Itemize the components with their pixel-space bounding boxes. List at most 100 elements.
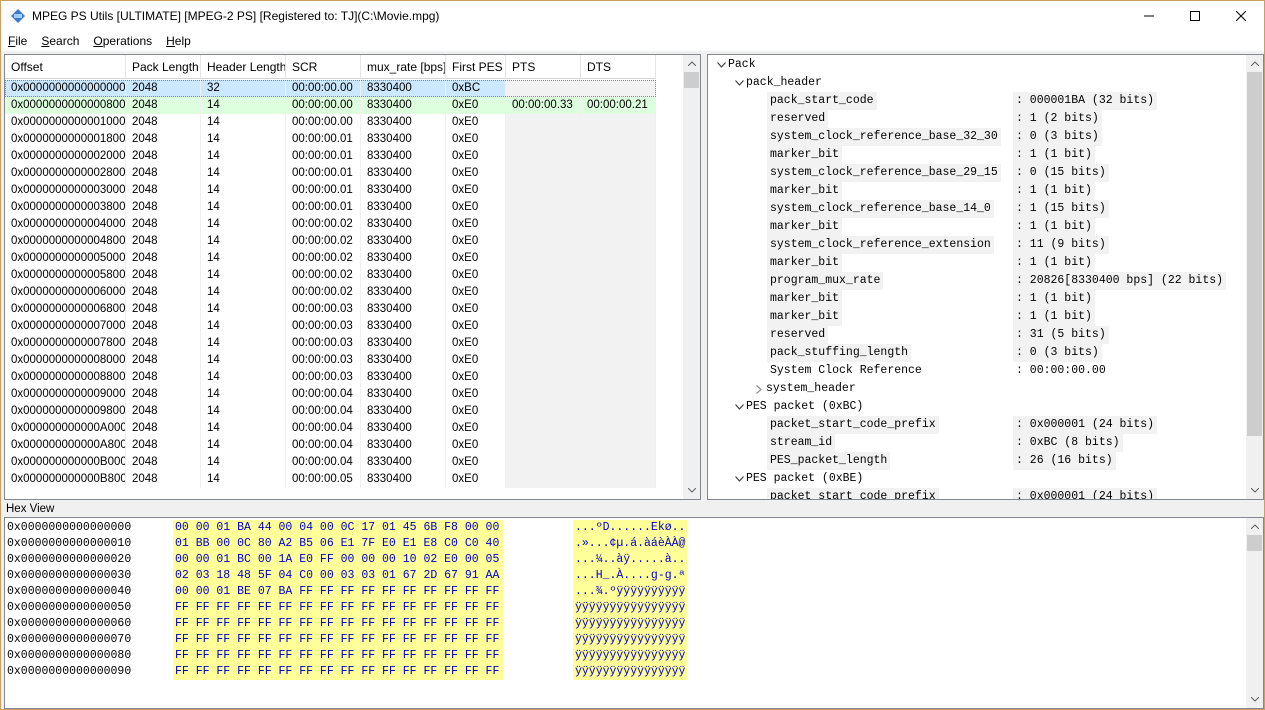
- tree-field-name[interactable]: marker_bit: [767, 182, 843, 200]
- scroll-up-icon[interactable]: [1246, 55, 1263, 72]
- hex-bytes[interactable]: FF FF FF FF FF FF FF FF FF FF FF FF FF F…: [173, 600, 504, 616]
- tree-node-label[interactable]: PES packet (0xBE): [746, 470, 863, 488]
- table-row[interactable]: 0x0000000000005000 2048 14 00:00:00.02 83304…: [5, 250, 656, 267]
- grid-scrollbar[interactable]: [683, 55, 700, 499]
- table-row[interactable]: 0x0000000000002000 2048 14 00:00:00.01 83304…: [5, 148, 656, 165]
- tree-field-name[interactable]: PES_packet_length: [767, 452, 891, 470]
- hex-bytes[interactable]: 00 00 01 BC 00 1A E0 FF 00 00 00 10 02 E…: [173, 552, 504, 568]
- hex-ascii[interactable]: ...ºD......Ekø..: [573, 520, 688, 536]
- menu-item[interactable]: Search: [34, 34, 86, 48]
- tree-field-name[interactable]: system_clock_reference_base_29_15: [767, 164, 1001, 182]
- hex-bytes[interactable]: 01 BB 00 0C 80 A2 B5 06 E1 7F E0 E1 E8 C…: [173, 536, 504, 552]
- column-header[interactable]: DTS: [581, 55, 656, 79]
- table-row[interactable]: 0x0000000000000800 2048 14 00:00:00.00 83304…: [5, 97, 656, 114]
- tree-field-name[interactable]: system_clock_reference_base_14_0: [767, 200, 994, 218]
- column-header[interactable]: Pack Length: [126, 55, 201, 79]
- hex-bytes[interactable]: FF FF FF FF FF FF FF FF FF FF FF FF FF F…: [173, 616, 504, 632]
- hex-scroll-thumb[interactable]: [1247, 535, 1262, 551]
- table-row[interactable]: 0x0000000000006800 2048 14 00:00:00.03 83304…: [5, 301, 656, 318]
- hex-bytes[interactable]: 00 00 01 BE 07 BA FF FF FF FF FF FF FF F…: [173, 584, 504, 600]
- table-row[interactable]: 0x0000000000000000 2048 32 00:00:00.00 83304…: [5, 80, 656, 97]
- collapse-arrow-icon[interactable]: [734, 74, 744, 92]
- tree-field-name[interactable]: pack_start_code: [767, 92, 877, 110]
- tree-scrollbar[interactable]: [1246, 55, 1263, 499]
- scroll-down-icon[interactable]: [1246, 482, 1263, 499]
- hex-ascii[interactable]: ...H_.À....g-g.ª: [573, 568, 688, 584]
- minimize-button[interactable]: [1126, 1, 1172, 31]
- collapse-arrow-icon[interactable]: [734, 398, 744, 416]
- column-header[interactable]: First PES: [446, 55, 506, 79]
- column-header[interactable]: Offset: [5, 55, 126, 79]
- table-row[interactable]: 0x0000000000003800 2048 14 00:00:00.01 83304…: [5, 199, 656, 216]
- scroll-up-icon[interactable]: [683, 55, 700, 72]
- tree-node-label[interactable]: system_header: [766, 380, 856, 398]
- structure-tree[interactable]: Pack pack_header pack_start_code: 000001BA…: [707, 54, 1264, 500]
- tree-field-name[interactable]: System Clock Reference: [767, 362, 925, 380]
- tree-field-name[interactable]: pack_stuffing_length: [767, 344, 912, 362]
- scroll-down-icon[interactable]: [1246, 691, 1263, 708]
- table-row[interactable]: 0x000000000000A800 2048 14 00:00:00.04 83304…: [5, 437, 656, 454]
- column-header[interactable]: Header Length: [201, 55, 286, 79]
- hex-scrollbar[interactable]: [1246, 518, 1263, 708]
- tree-field-name[interactable]: reserved: [767, 110, 829, 128]
- close-button[interactable]: [1218, 1, 1264, 31]
- table-row[interactable]: 0x0000000000009000 2048 14 00:00:00.04 83304…: [5, 386, 656, 403]
- hex-ascii[interactable]: ÿÿÿÿÿÿÿÿÿÿÿÿÿÿÿÿ: [573, 616, 688, 632]
- column-header[interactable]: mux_rate [bps]: [361, 55, 446, 79]
- tree-field-name[interactable]: packet_start_code_prefix: [767, 488, 939, 499]
- scroll-down-icon[interactable]: [683, 482, 700, 499]
- hex-ascii[interactable]: ÿÿÿÿÿÿÿÿÿÿÿÿÿÿÿÿ: [573, 648, 688, 664]
- scroll-up-icon[interactable]: [1246, 518, 1263, 535]
- table-row[interactable]: 0x0000000000003000 2048 14 00:00:00.01 83304…: [5, 182, 656, 199]
- hex-bytes[interactable]: 00 00 01 BA 44 00 04 00 0C 17 01 45 6B F…: [173, 520, 504, 536]
- hex-ascii[interactable]: ...¾.ºÿÿÿÿÿÿÿÿÿÿ: [573, 584, 688, 600]
- tree-field-name[interactable]: packet_start_code_prefix: [767, 416, 939, 434]
- tree-field-name[interactable]: marker_bit: [767, 146, 843, 164]
- hex-bytes[interactable]: FF FF FF FF FF FF FF FF FF FF FF FF FF F…: [173, 664, 504, 680]
- menu-item[interactable]: File: [1, 34, 34, 48]
- hex-bytes[interactable]: FF FF FF FF FF FF FF FF FF FF FF FF FF F…: [173, 648, 504, 664]
- menu-item[interactable]: Help: [159, 34, 198, 48]
- column-header[interactable]: PTS: [506, 55, 581, 79]
- table-row[interactable]: 0x0000000000008000 2048 14 00:00:00.03 83304…: [5, 352, 656, 369]
- table-row[interactable]: 0x0000000000008800 2048 14 00:00:00.03 83304…: [5, 369, 656, 386]
- table-row[interactable]: 0x0000000000005800 2048 14 00:00:00.02 83304…: [5, 267, 656, 284]
- tree-field-name[interactable]: marker_bit: [767, 254, 843, 272]
- tree-field-name[interactable]: marker_bit: [767, 290, 843, 308]
- hex-ascii[interactable]: ÿÿÿÿÿÿÿÿÿÿÿÿÿÿÿÿ: [573, 664, 688, 680]
- tree-scroll-thumb[interactable]: [1247, 72, 1262, 436]
- hex-bytes[interactable]: 02 03 18 48 5F 04 C0 00 03 03 01 67 2D 6…: [173, 568, 504, 584]
- hex-ascii[interactable]: .»...¢µ.á.àáèÀÀ@: [573, 536, 688, 552]
- table-row[interactable]: 0x0000000000004000 2048 14 00:00:00.02 83304…: [5, 216, 656, 233]
- table-row[interactable]: 0x0000000000007000 2048 14 00:00:00.03 83304…: [5, 318, 656, 335]
- table-row[interactable]: 0x000000000000B800 2048 14 00:00:00.05 83304…: [5, 471, 656, 488]
- table-row[interactable]: 0x000000000000B000 2048 14 00:00:00.04 83304…: [5, 454, 656, 471]
- table-row[interactable]: 0x0000000000004800 2048 14 00:00:00.02 83304…: [5, 233, 656, 250]
- hex-bytes[interactable]: FF FF FF FF FF FF FF FF FF FF FF FF FF F…: [173, 632, 504, 648]
- tree-field-name[interactable]: marker_bit: [767, 218, 843, 236]
- collapse-arrow-icon[interactable]: [716, 56, 726, 74]
- table-row[interactable]: 0x0000000000007800 2048 14 00:00:00.03 83304…: [5, 335, 656, 352]
- table-row[interactable]: 0x0000000000006000 2048 14 00:00:00.02 83304…: [5, 284, 656, 301]
- tree-field-name[interactable]: system_clock_reference_base_32_30: [767, 128, 1001, 146]
- title-bar[interactable]: MPEG PS Utils [ULTIMATE] [MPEG-2 PS] [Re…: [1, 1, 1264, 31]
- tree-field-name[interactable]: program_mux_rate: [767, 272, 884, 290]
- hex-ascii[interactable]: ÿÿÿÿÿÿÿÿÿÿÿÿÿÿÿÿ: [573, 600, 688, 616]
- table-row[interactable]: 0x0000000000001800 2048 14 00:00:00.01 83304…: [5, 131, 656, 148]
- table-row[interactable]: 0x0000000000002800 2048 14 00:00:00.01 83304…: [5, 165, 656, 182]
- tree-node-label[interactable]: PES packet (0xBC): [746, 398, 863, 416]
- hex-view[interactable]: 0x0000000000000000 00 00 01 BA 44 00 04 0…: [4, 517, 1264, 709]
- tree-field-name[interactable]: stream_id: [767, 434, 836, 452]
- table-row[interactable]: 0x0000000000009800 2048 14 00:00:00.04 83304…: [5, 403, 656, 420]
- grid-scroll-thumb[interactable]: [684, 72, 699, 88]
- collapse-arrow-icon[interactable]: [734, 470, 744, 488]
- tree-node-label[interactable]: Pack: [728, 56, 756, 74]
- hex-ascii[interactable]: ...¼..àÿ.....à..: [573, 552, 688, 568]
- tree-node-label[interactable]: pack_header: [746, 74, 822, 92]
- menu-item[interactable]: Operations: [86, 34, 159, 48]
- table-row[interactable]: 0x000000000000A000 2048 14 00:00:00.04 83304…: [5, 420, 656, 437]
- tree-field-name[interactable]: marker_bit: [767, 308, 843, 326]
- packs-grid[interactable]: Offset Pack Length Header Length SCR mux_rat…: [4, 54, 701, 500]
- tree-field-name[interactable]: system_clock_reference_extension: [767, 236, 994, 254]
- maximize-button[interactable]: [1172, 1, 1218, 31]
